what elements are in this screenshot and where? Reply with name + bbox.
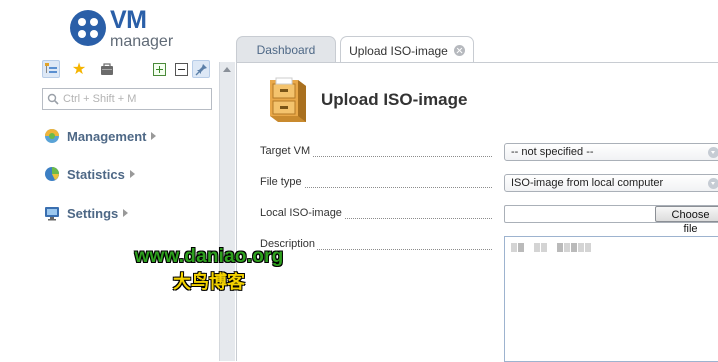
expand-plus-icon[interactable]: [150, 60, 168, 78]
pin-icon[interactable]: [192, 60, 210, 78]
chevron-right-icon: [129, 170, 135, 178]
vm-logo-icon: [70, 10, 106, 46]
sidebar-toolbar: ★: [38, 58, 218, 82]
tab-bar: Dashboard Upload ISO-image: [236, 36, 718, 64]
collapse-minus-icon[interactable]: [172, 60, 190, 78]
tab-dashboard[interactable]: Dashboard: [236, 36, 336, 63]
blurred-text: [511, 243, 715, 252]
sidebar-item-statistics[interactable]: Statistics: [44, 164, 204, 184]
target-vm-value: -- not specified --: [511, 146, 594, 158]
app-logo: VM manager: [70, 6, 190, 50]
sidebar-item-label: Settings: [67, 205, 119, 221]
logo-manager-text: manager: [110, 33, 174, 50]
file-type-select[interactable]: ISO-image from local computer: [504, 174, 718, 192]
sidebar-item-label: Statistics: [67, 166, 125, 182]
tab-upload-iso[interactable]: Upload ISO-image: [340, 36, 474, 64]
form-row-local-iso: Local ISO-image Choose file: [260, 205, 718, 235]
sidebar-item-settings[interactable]: Settings: [44, 203, 204, 223]
local-iso-label: Local ISO-image: [260, 207, 344, 219]
star-icon[interactable]: ★: [70, 60, 88, 78]
search-icon: [47, 93, 59, 105]
collapse-arrow-icon[interactable]: [223, 67, 231, 72]
chevron-right-icon: [123, 209, 129, 217]
tab-label: Upload ISO-image: [349, 43, 448, 58]
file-type-label: File type: [260, 176, 304, 188]
target-vm-label: Target VM: [260, 145, 313, 157]
management-icon: [44, 128, 60, 144]
sidebar-splitter[interactable]: [219, 62, 235, 361]
file-cabinet-icon: [264, 76, 310, 124]
search-box[interactable]: [42, 88, 212, 110]
monitor-settings-icon: [44, 205, 60, 221]
target-vm-select[interactable]: -- not specified --: [504, 143, 718, 161]
form-row-description: Description: [260, 236, 718, 362]
file-type-value: ISO-image from local computer: [511, 177, 664, 189]
page-title: Upload ISO-image: [321, 90, 468, 109]
chevron-down-icon: [708, 147, 718, 158]
sidebar-item-label: Management: [67, 128, 147, 144]
search-input[interactable]: [63, 91, 208, 107]
close-icon[interactable]: [453, 45, 465, 56]
choose-file-button[interactable]: Choose file: [655, 206, 718, 235]
sidebar: ★ Ctrl + Shift + M Management Statistics…: [38, 56, 218, 361]
pie-chart-icon: [44, 166, 60, 182]
watermark: www.daniao.org 大鸟博客: [124, 246, 294, 294]
watermark-text: 大鸟博客: [173, 272, 245, 293]
description-textarea[interactable]: [504, 236, 718, 362]
form-row-file-type: File type ISO-image from local computer: [260, 174, 718, 196]
briefcase-icon[interactable]: [98, 60, 116, 78]
sidebar-item-management[interactable]: Management: [44, 126, 204, 146]
main-content: Upload ISO-image Target VM -- not specif…: [236, 63, 718, 362]
local-iso-file-input[interactable]: Choose file: [504, 205, 718, 235]
watermark-url: www.daniao.org: [134, 246, 284, 267]
chevron-down-icon: [708, 178, 718, 189]
logo-vm-text: VM: [110, 6, 147, 34]
tab-label: Dashboard: [256, 43, 316, 57]
chevron-right-icon: [151, 132, 157, 140]
form-row-target-vm: Target VM -- not specified --: [260, 143, 718, 165]
tree-view-icon[interactable]: [42, 60, 60, 78]
